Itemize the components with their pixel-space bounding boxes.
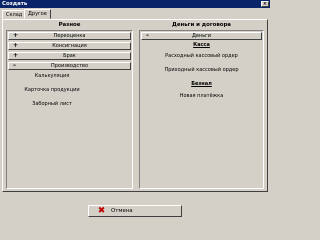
misc-column-title: Разное [58, 22, 81, 28]
group-label: Деньги [191, 33, 212, 39]
section-cash: Касса [193, 42, 210, 48]
group-consignment[interactable]: Консигнация + [8, 42, 131, 50]
item-requisition-sheet[interactable]: Заборный лист [8, 101, 96, 108]
group-production[interactable]: Производство – [8, 62, 131, 70]
item-new-payment-order[interactable]: Новая платёжка [141, 93, 262, 100]
group-label: Переоценка [53, 33, 86, 39]
tab-drugoe[interactable]: Другое [24, 9, 51, 19]
money-column: Деньги и договора Деньги – Касса Расходн… [139, 22, 264, 189]
expand-icon: + [13, 42, 19, 49]
collapse-icon: – [146, 32, 149, 39]
money-column-title: Деньги и договора [172, 22, 231, 28]
tab-sklad[interactable]: Склад [2, 10, 27, 19]
window-title: Создать [2, 1, 28, 7]
expand-icon: + [13, 32, 19, 39]
group-money[interactable]: Деньги – [141, 32, 262, 40]
group-revaluation[interactable]: Переоценка + [8, 32, 131, 40]
cancel-label: Отмена [111, 208, 133, 214]
misc-list: Переоценка + Консигнация + Брак + Произв… [6, 30, 133, 189]
item-product-card[interactable]: Карточка продукции [8, 87, 96, 94]
item-calculation[interactable]: Калькуляция [8, 73, 96, 80]
section-noncash: Безнал [191, 81, 212, 87]
item-expense-cash-order[interactable]: Расходный кассовый ордер [141, 53, 262, 60]
expand-icon: + [13, 52, 19, 59]
item-receipt-cash-order[interactable]: Приходный кассовый ордер [141, 67, 262, 74]
title-bar: Создать × [0, 0, 270, 8]
close-icon: × [262, 1, 268, 7]
tab-label: Склад [6, 12, 23, 18]
group-label: Производство [50, 63, 89, 69]
cancel-button[interactable]: ✖ Отмена [88, 205, 182, 217]
group-label: Брак [63, 53, 76, 59]
close-button[interactable]: × [261, 1, 269, 7]
group-label: Консигнация [52, 43, 87, 49]
tab-panel: Разное Переоценка + Консигнация + Брак +… [2, 19, 268, 192]
tab-label: Другое [28, 11, 47, 17]
collapse-icon: – [13, 62, 16, 69]
x-icon: ✖ [97, 206, 106, 216]
money-list: Деньги – Касса Расходный кассовый ордер … [139, 30, 264, 189]
group-defect[interactable]: Брак + [8, 52, 131, 60]
misc-column: Разное Переоценка + Консигнация + Брак +… [6, 22, 133, 189]
